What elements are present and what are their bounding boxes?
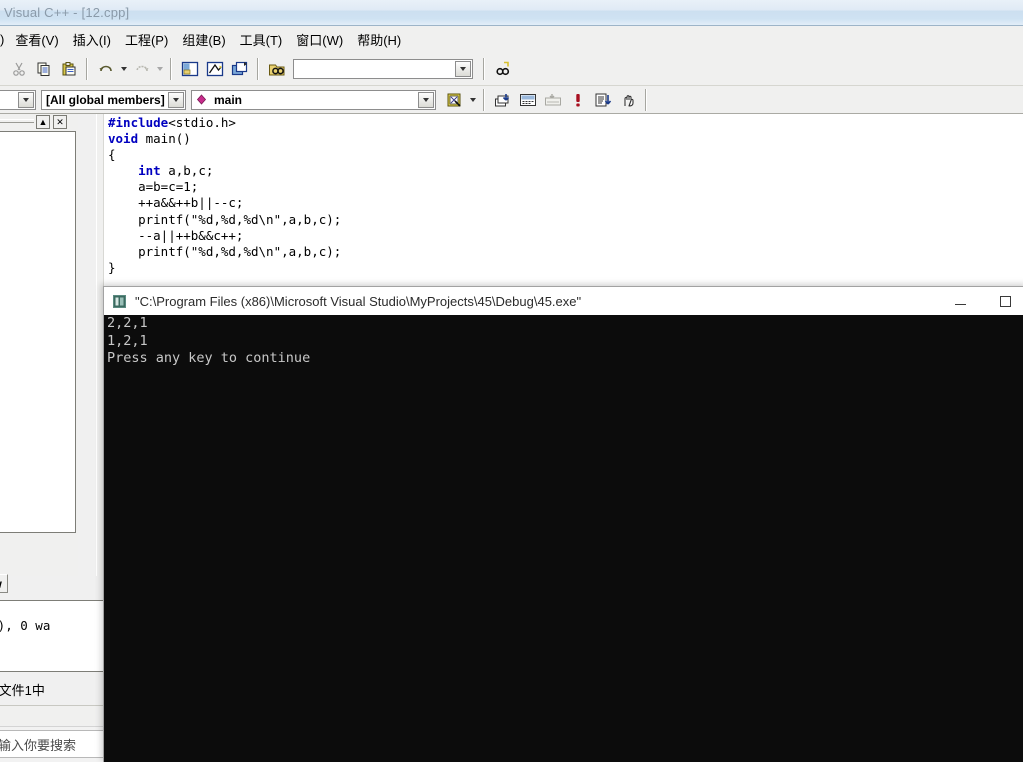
- menu-item-window[interactable]: 窗口(W): [289, 27, 350, 52]
- class-combo-dropdown-button[interactable]: [18, 91, 34, 108]
- toolbar-separator-4: [483, 57, 485, 80]
- taskbar-search-box[interactable]: 在这里输入你要搜索: [0, 730, 112, 758]
- menubar: ) 查看(V) 插入(I) 工程(P) 组建(B) 工具(T) 窗口(W) 帮助…: [0, 27, 1023, 52]
- wizardbar-separator: [483, 88, 485, 111]
- window-list-icon[interactable]: [228, 58, 251, 80]
- output-tab-findinfiles1[interactable]: 在文件1中: [0, 680, 49, 699]
- screen: Visual C++ - [12.cpp] ) 查看(V) 插入(I) 工程(P…: [0, 0, 1023, 762]
- console-output-area[interactable]: 2,2,1 1,2,1 Press any key to continue: [104, 315, 1023, 762]
- function-combo[interactable]: main: [191, 89, 436, 110]
- go-icon[interactable]: [591, 89, 614, 111]
- class-combo[interactable]: [0, 89, 36, 110]
- output-tabs: 调试 \ 在文件1中: [0, 678, 120, 700]
- workspace-tabs: FileView: [0, 574, 78, 594]
- members-combo[interactable]: [All global members]: [41, 89, 186, 110]
- console-maximize-button[interactable]: [983, 287, 1023, 315]
- build-icon[interactable]: [516, 89, 539, 111]
- function-combo-dropdown-button[interactable]: [418, 91, 434, 108]
- wizardbar-dropdown-arrow[interactable]: [467, 89, 478, 111]
- minimize-icon: [955, 303, 966, 305]
- menu-item-view[interactable]: 查看(V): [8, 27, 65, 52]
- find-combo-dropdown-button[interactable]: [455, 60, 471, 77]
- compile-icon[interactable]: [491, 89, 514, 111]
- menu-item-build[interactable]: 组建(B): [175, 27, 232, 52]
- console-minimize-button[interactable]: [938, 287, 983, 315]
- toolbar-separator-3: [257, 57, 259, 80]
- find-combo[interactable]: [293, 58, 473, 79]
- menu-item-project[interactable]: 工程(P): [118, 27, 175, 52]
- editor-code[interactable]: #include<stdio.h> void main() { int a,b,…: [108, 115, 341, 276]
- output-text: error(s), 0 wa: [0, 618, 51, 633]
- workspace-tab-fileview[interactable]: FileView: [0, 574, 8, 593]
- menu-item-tools[interactable]: 工具(T): [233, 27, 290, 52]
- stop-build-icon[interactable]: [566, 89, 589, 111]
- workspace-tree[interactable]: es: [0, 131, 76, 533]
- members-combo-dropdown-button[interactable]: [168, 91, 184, 108]
- workspace-panel: ▲ ✕ es FileView: [0, 114, 78, 593]
- workspace-caption: ▲ ✕: [0, 114, 78, 130]
- console-title-text: "C:\Program Files (x86)\Microsoft Visual…: [135, 293, 582, 309]
- toolbar-separator-2: [170, 57, 172, 80]
- taskbar-search-text: 在这里输入你要搜索: [0, 737, 77, 753]
- build-execute-icon: [541, 89, 564, 111]
- wizardbar-toolbar: [All global members] main: [0, 86, 1023, 114]
- maximize-icon: [1000, 295, 1011, 307]
- redo-icon[interactable]: [130, 58, 153, 80]
- member-diamond-icon: [196, 94, 207, 105]
- insert-breakpoint-icon[interactable]: [616, 89, 639, 111]
- menu-item-insert[interactable]: 插入(I): [66, 27, 118, 52]
- copy-icon[interactable]: [32, 58, 55, 80]
- menu-item-clipped[interactable]: ): [0, 29, 8, 50]
- console-titlebar[interactable]: "C:\Program Files (x86)\Microsoft Visual…: [104, 287, 1023, 315]
- wizardbar-separator-2: [645, 88, 647, 111]
- undo-dropdown-arrow[interactable]: [118, 58, 129, 80]
- console-app-icon: [113, 294, 126, 308]
- output-toggle-icon[interactable]: [203, 58, 226, 80]
- workspace-editor-splitter[interactable]: [96, 114, 103, 576]
- menu-item-help[interactable]: 帮助(H): [350, 27, 408, 52]
- members-combo-value: [All global members]: [46, 92, 165, 107]
- output-pane[interactable]: error(s), 0 wa: [0, 600, 110, 672]
- find-in-files-icon[interactable]: [265, 58, 288, 80]
- console-lines: 2,2,1 1,2,1 Press any key to continue: [107, 315, 311, 366]
- find-icon[interactable]: [491, 58, 514, 80]
- console-output-text: 2,2,1 1,2,1 Press any key to continue: [107, 315, 310, 368]
- toolbar-separator: [86, 57, 88, 80]
- redo-dropdown-arrow[interactable]: [154, 58, 165, 80]
- undo-icon[interactable]: [94, 58, 117, 80]
- console-window[interactable]: "C:\Program Files (x86)\Microsoft Visual…: [103, 286, 1023, 762]
- window-title: Visual C++ - [12.cpp]: [4, 5, 130, 20]
- workspace-grip[interactable]: [0, 119, 34, 123]
- cut-icon[interactable]: [7, 58, 30, 80]
- paste-icon[interactable]: [57, 58, 80, 80]
- standard-toolbar: [0, 52, 1023, 86]
- workspace-minimize-button[interactable]: ▲: [36, 115, 50, 129]
- titlebar: Visual C++ - [12.cpp]: [0, 0, 1023, 26]
- wizardbar-action-icon[interactable]: [443, 89, 466, 111]
- function-combo-value: main: [214, 92, 243, 107]
- workspace-toggle-icon[interactable]: [178, 58, 201, 80]
- workspace-close-button[interactable]: ✕: [53, 115, 67, 129]
- code-content: #include<stdio.h> void main() { int a,b,…: [108, 115, 342, 275]
